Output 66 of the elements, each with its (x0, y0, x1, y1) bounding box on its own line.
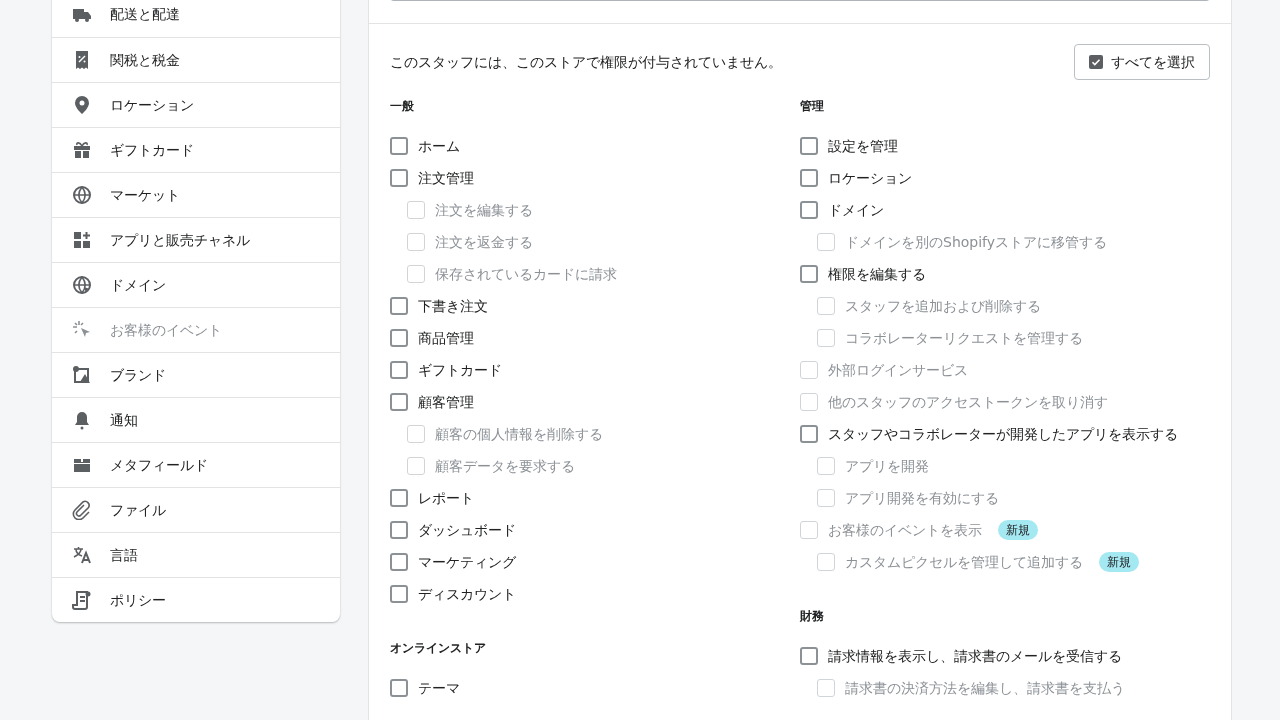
scroll-icon (72, 590, 92, 610)
globe-icon (72, 185, 92, 205)
settings-menu-item[interactable]: メタフィールド (52, 442, 340, 487)
settings-menu-item[interactable]: ロケーション (52, 82, 340, 127)
translate-icon (72, 545, 92, 565)
permission-checkbox[interactable]: ドメイン (800, 194, 1210, 226)
section-heading: 一般 (390, 98, 415, 115)
checkbox[interactable] (800, 137, 818, 155)
settings-menu-item[interactable]: 配送と配達 (52, 0, 340, 37)
permission-checkbox[interactable]: 注文管理 (390, 162, 800, 194)
checkbox[interactable] (390, 361, 408, 379)
checkbox-icon (1089, 55, 1103, 69)
permission-checkbox[interactable]: レポート (390, 482, 800, 514)
checkbox[interactable] (390, 329, 408, 347)
pin-icon (72, 95, 92, 115)
bell-icon (72, 410, 92, 430)
settings-menu-item[interactable]: 言語 (52, 532, 340, 577)
checkbox[interactable] (390, 585, 408, 603)
checkbox[interactable] (390, 297, 408, 315)
settings-menu-item[interactable]: 関税と税金 (52, 37, 340, 82)
settings-menu-item[interactable]: ブランド (52, 352, 340, 397)
checkbox[interactable] (390, 553, 408, 571)
settings-menu-item[interactable]: 通知 (52, 397, 340, 442)
permission-checkbox[interactable]: 顧客管理 (390, 386, 800, 418)
checkbox[interactable] (800, 647, 818, 665)
section-heading: 財務 (800, 608, 825, 625)
checkbox[interactable] (800, 169, 818, 187)
checkbox[interactable] (390, 489, 408, 507)
permission-checkbox[interactable]: 権限を編集する (800, 258, 1210, 290)
settings-menu-item[interactable]: マーケット (52, 172, 340, 217)
permission-checkbox[interactable]: 設定を管理 (800, 130, 1210, 162)
checkbox[interactable] (390, 679, 408, 697)
permission-checkbox[interactable]: ダッシュボード (390, 514, 800, 546)
settings-menu-item[interactable]: ポリシー (52, 577, 340, 622)
permission-checkbox[interactable]: 下書き注文 (390, 290, 800, 322)
settings-menu-item[interactable]: ファイル (52, 487, 340, 532)
permission-checkbox[interactable]: 請求情報を表示し、請求書のメールを受信する (800, 640, 1210, 672)
checkbox[interactable] (800, 425, 818, 443)
image-icon (72, 365, 92, 385)
checkbox[interactable] (390, 393, 408, 411)
settings-menu-item[interactable]: ドメイン (52, 262, 340, 307)
permission-checkbox[interactable]: ディスカウント (390, 578, 800, 610)
checkbox[interactable] (390, 521, 408, 539)
permission-checkbox[interactable]: 商品管理 (390, 322, 800, 354)
section-heading: 管理 (800, 98, 825, 115)
apps-icon (72, 230, 92, 250)
checkbox[interactable] (800, 201, 818, 219)
permission-checkbox[interactable]: テーマ (390, 672, 800, 704)
new-badge: 新規 (1099, 552, 1139, 572)
checkbox[interactable] (800, 265, 818, 283)
paperclip-icon (72, 500, 92, 520)
settings-menu-item[interactable]: ギフトカード (52, 127, 340, 172)
checkbox[interactable] (390, 137, 408, 155)
settings-menu-item[interactable]: アプリと販売チャネル (52, 217, 340, 262)
no-permissions-message: このスタッフには、このストアで権限が付与されていません。 (390, 52, 782, 72)
new-badge: 新規 (998, 520, 1038, 540)
globe-icon (72, 275, 92, 295)
permission-checkbox[interactable]: スタッフやコラボレーターが開発したアプリを表示する (800, 418, 1210, 450)
permission-checkbox[interactable]: ギフトカード (390, 354, 800, 386)
permission-checkbox[interactable]: マーケティング (390, 546, 800, 578)
select-all-button[interactable]: すべてを選択 (1074, 44, 1210, 80)
checkbox[interactable] (390, 169, 408, 187)
gift-icon (72, 140, 92, 160)
permission-checkbox[interactable]: ホーム (390, 130, 800, 162)
permission-checkbox[interactable]: ロケーション (800, 162, 1210, 194)
section-heading: オンラインストア (390, 640, 487, 657)
